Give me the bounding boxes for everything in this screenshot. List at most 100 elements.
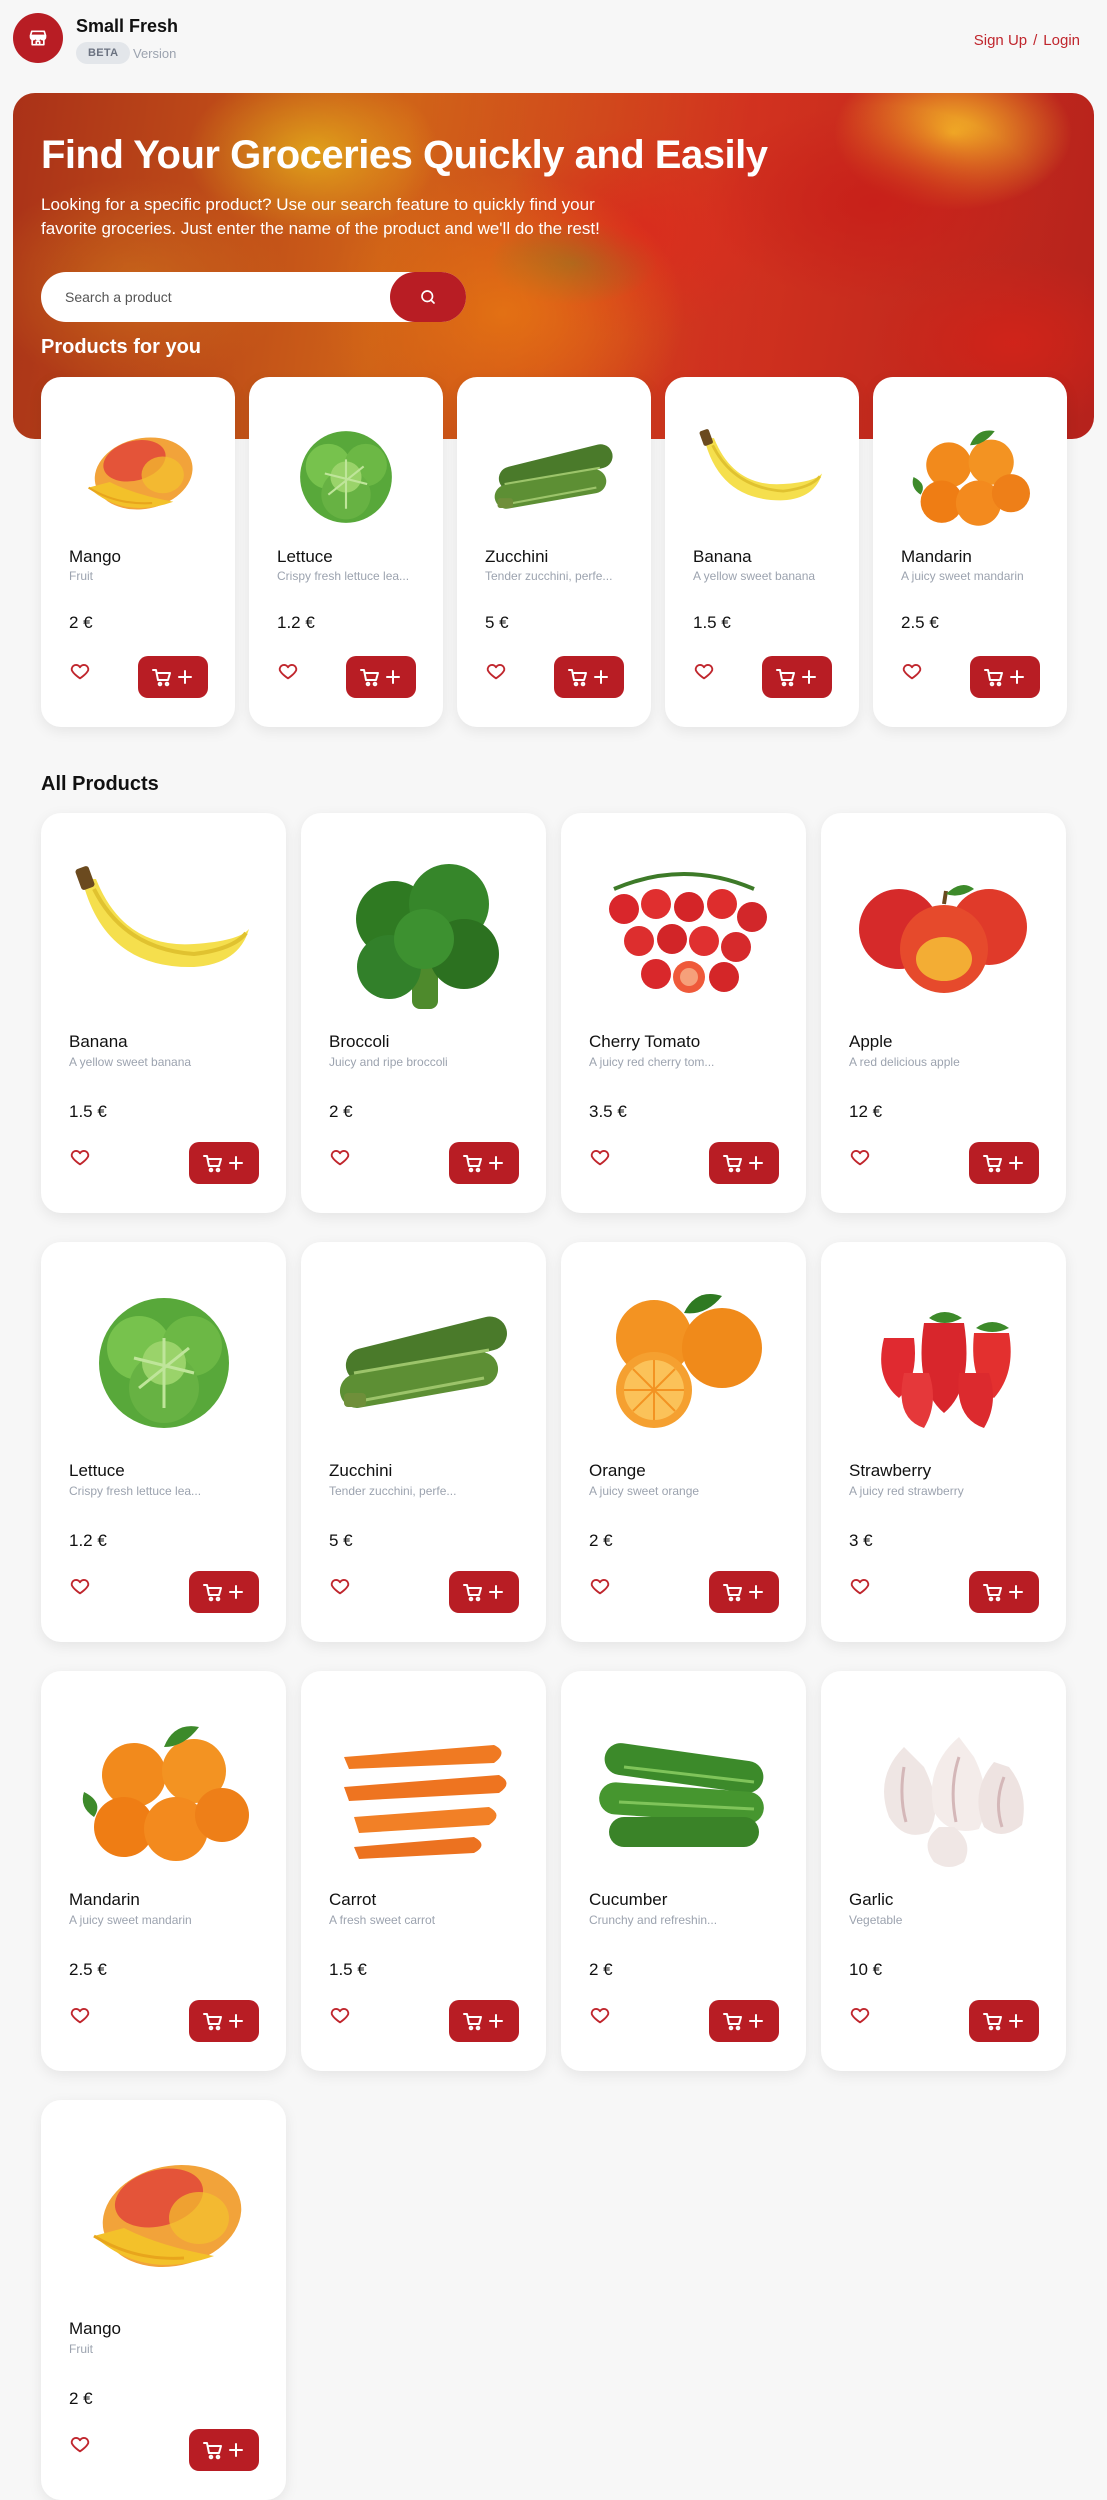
favorite-heart-icon[interactable] (69, 1575, 97, 1603)
product-card[interactable]: Zucchini Tender zucchini, perfe... 5 € (457, 377, 651, 727)
auth-separator: / (1033, 32, 1038, 49)
product-name: Mango (69, 547, 121, 566)
banana-image (699, 429, 822, 501)
favorite-heart-icon[interactable] (693, 660, 721, 688)
product-card[interactable]: Lettuce Crispy fresh lettuce lea... 1.2 € (249, 377, 443, 727)
product-price: 2 € (69, 613, 93, 632)
product-price: 10 € (849, 1960, 883, 1979)
product-price: 2.5 € (901, 613, 939, 632)
top-bar: Small Fresh BETA Version Sign Up / Login (0, 0, 1107, 80)
add-to-cart-button[interactable] (449, 2000, 519, 2042)
product-price: 1.5 € (69, 1102, 107, 1121)
favorite-heart-icon[interactable] (589, 1146, 617, 1174)
login-link[interactable]: Login (1043, 32, 1080, 49)
product-description: A juicy sweet mandarin (69, 1913, 192, 1927)
hero-subtitle: Looking for a specific product? Use our … (41, 195, 600, 238)
product-name: Mandarin (69, 1890, 140, 1909)
product-card[interactable]: Apple A red delicious apple 12 € (821, 813, 1066, 1213)
product-price: 1.5 € (329, 1960, 367, 1979)
product-card[interactable]: Mandarin A juicy sweet mandarin 2.5 € (41, 1671, 286, 2071)
add-to-cart-button[interactable] (189, 1571, 259, 1613)
product-price: 2 € (589, 1960, 613, 1979)
product-card[interactable]: Cherry Tomato A juicy red cherry tom... 3.… (561, 813, 806, 1213)
product-card[interactable]: Carrot A fresh sweet carrot 1.5 € (301, 1671, 546, 2071)
product-price: 1.2 € (277, 613, 315, 632)
product-description: Crispy fresh lettuce lea... (69, 1484, 202, 1498)
favorite-heart-icon[interactable] (69, 2004, 97, 2032)
product-price: 5 € (485, 613, 509, 632)
favorite-heart-icon[interactable] (485, 660, 513, 688)
favorite-heart-icon[interactable] (589, 2004, 617, 2032)
product-name: Orange (589, 1461, 646, 1480)
hero-title: Find Your Groceries Quickly and Easily (41, 133, 768, 177)
version-label: Version (133, 46, 177, 61)
product-price: 3 € (849, 1531, 873, 1550)
add-to-cart-button[interactable] (709, 1142, 779, 1184)
favorite-heart-icon[interactable] (69, 660, 97, 688)
favorite-heart-icon[interactable] (69, 1146, 97, 1174)
add-to-cart-button[interactable] (554, 656, 624, 698)
product-price: 2 € (329, 1102, 353, 1121)
favorite-heart-icon[interactable] (277, 660, 305, 688)
add-to-cart-button[interactable] (189, 2000, 259, 2042)
signup-link[interactable]: Sign Up (974, 32, 1027, 49)
apple-image (858, 885, 1027, 993)
add-to-cart-button[interactable] (969, 1571, 1039, 1613)
add-to-cart-button[interactable] (449, 1571, 519, 1613)
favorite-heart-icon[interactable] (329, 1146, 357, 1174)
banana-image (75, 866, 249, 968)
product-name: Zucchini (329, 1461, 393, 1480)
product-name: Mango (69, 2319, 121, 2338)
product-card[interactable]: Mandarin A juicy sweet mandarin 2.5 € (873, 377, 1067, 727)
search-button[interactable] (390, 272, 466, 322)
add-to-cart-button[interactable] (969, 2000, 1039, 2042)
product-card[interactable]: Garlic Vegetable 10 € (821, 1671, 1066, 2071)
product-price: 2 € (69, 2389, 93, 2408)
add-to-cart-button[interactable] (449, 1142, 519, 1184)
add-to-cart-button[interactable] (709, 1571, 779, 1613)
product-card[interactable]: Banana A yellow sweet banana 1.5 € (41, 813, 286, 1213)
product-card[interactable]: Cucumber Crunchy and refreshin... 2 € (561, 1671, 806, 2071)
product-description: Crunchy and refreshin... (589, 1913, 718, 1927)
favorite-heart-icon[interactable] (901, 660, 929, 688)
product-card[interactable]: Mango Fruit 2 € (41, 2100, 286, 2500)
product-card[interactable]: Banana A yellow sweet banana 1.5 € (665, 377, 859, 727)
product-card[interactable]: Mango Fruit 2 € (41, 377, 235, 727)
favorite-heart-icon[interactable] (329, 2004, 357, 2032)
search-input[interactable] (65, 272, 385, 322)
add-to-cart-button[interactable] (138, 656, 208, 698)
store-logo-icon[interactable] (13, 13, 63, 63)
product-card[interactable]: Zucchini Tender zucchini, perfe... 5 € (301, 1242, 546, 1642)
product-name: Lettuce (277, 547, 333, 566)
orange-image (615, 1294, 762, 1428)
product-card[interactable]: Orange A juicy sweet orange 2 € (561, 1242, 806, 1642)
favorite-heart-icon[interactable] (849, 2004, 877, 2032)
product-price: 3.5 € (589, 1102, 627, 1121)
product-card[interactable]: Broccoli Juicy and ripe broccoli 2 € (301, 813, 546, 1213)
product-price: 2.5 € (69, 1960, 107, 1979)
favorite-heart-icon[interactable] (589, 1575, 617, 1603)
product-name: Banana (69, 1032, 128, 1051)
favorite-heart-icon[interactable] (849, 1575, 877, 1603)
product-name: Banana (693, 547, 752, 566)
add-to-cart-button[interactable] (970, 656, 1040, 698)
product-card[interactable]: Strawberry A juicy red strawberry 3 € (821, 1242, 1066, 1642)
add-to-cart-button[interactable] (969, 1142, 1039, 1184)
product-description: A yellow sweet banana (69, 1055, 192, 1069)
product-name: Lettuce (69, 1461, 125, 1480)
cherry-tomato-image (608, 872, 767, 993)
add-to-cart-button[interactable] (189, 1142, 259, 1184)
favorite-heart-icon[interactable] (849, 1146, 877, 1174)
product-description: A red delicious apple (849, 1055, 960, 1069)
add-to-cart-button[interactable] (346, 656, 416, 698)
add-to-cart-button[interactable] (762, 656, 832, 698)
favorite-heart-icon[interactable] (69, 2433, 97, 2461)
product-name: Broccoli (329, 1032, 390, 1051)
favorite-heart-icon[interactable] (329, 1575, 357, 1603)
add-to-cart-button[interactable] (189, 2429, 259, 2471)
add-to-cart-button[interactable] (709, 2000, 779, 2042)
product-name: Garlic (849, 1890, 894, 1909)
product-description: A yellow sweet banana (693, 569, 816, 583)
lettuce-image (98, 1298, 229, 1428)
product-card[interactable]: Lettuce Crispy fresh lettuce lea... 1.2 € (41, 1242, 286, 1642)
